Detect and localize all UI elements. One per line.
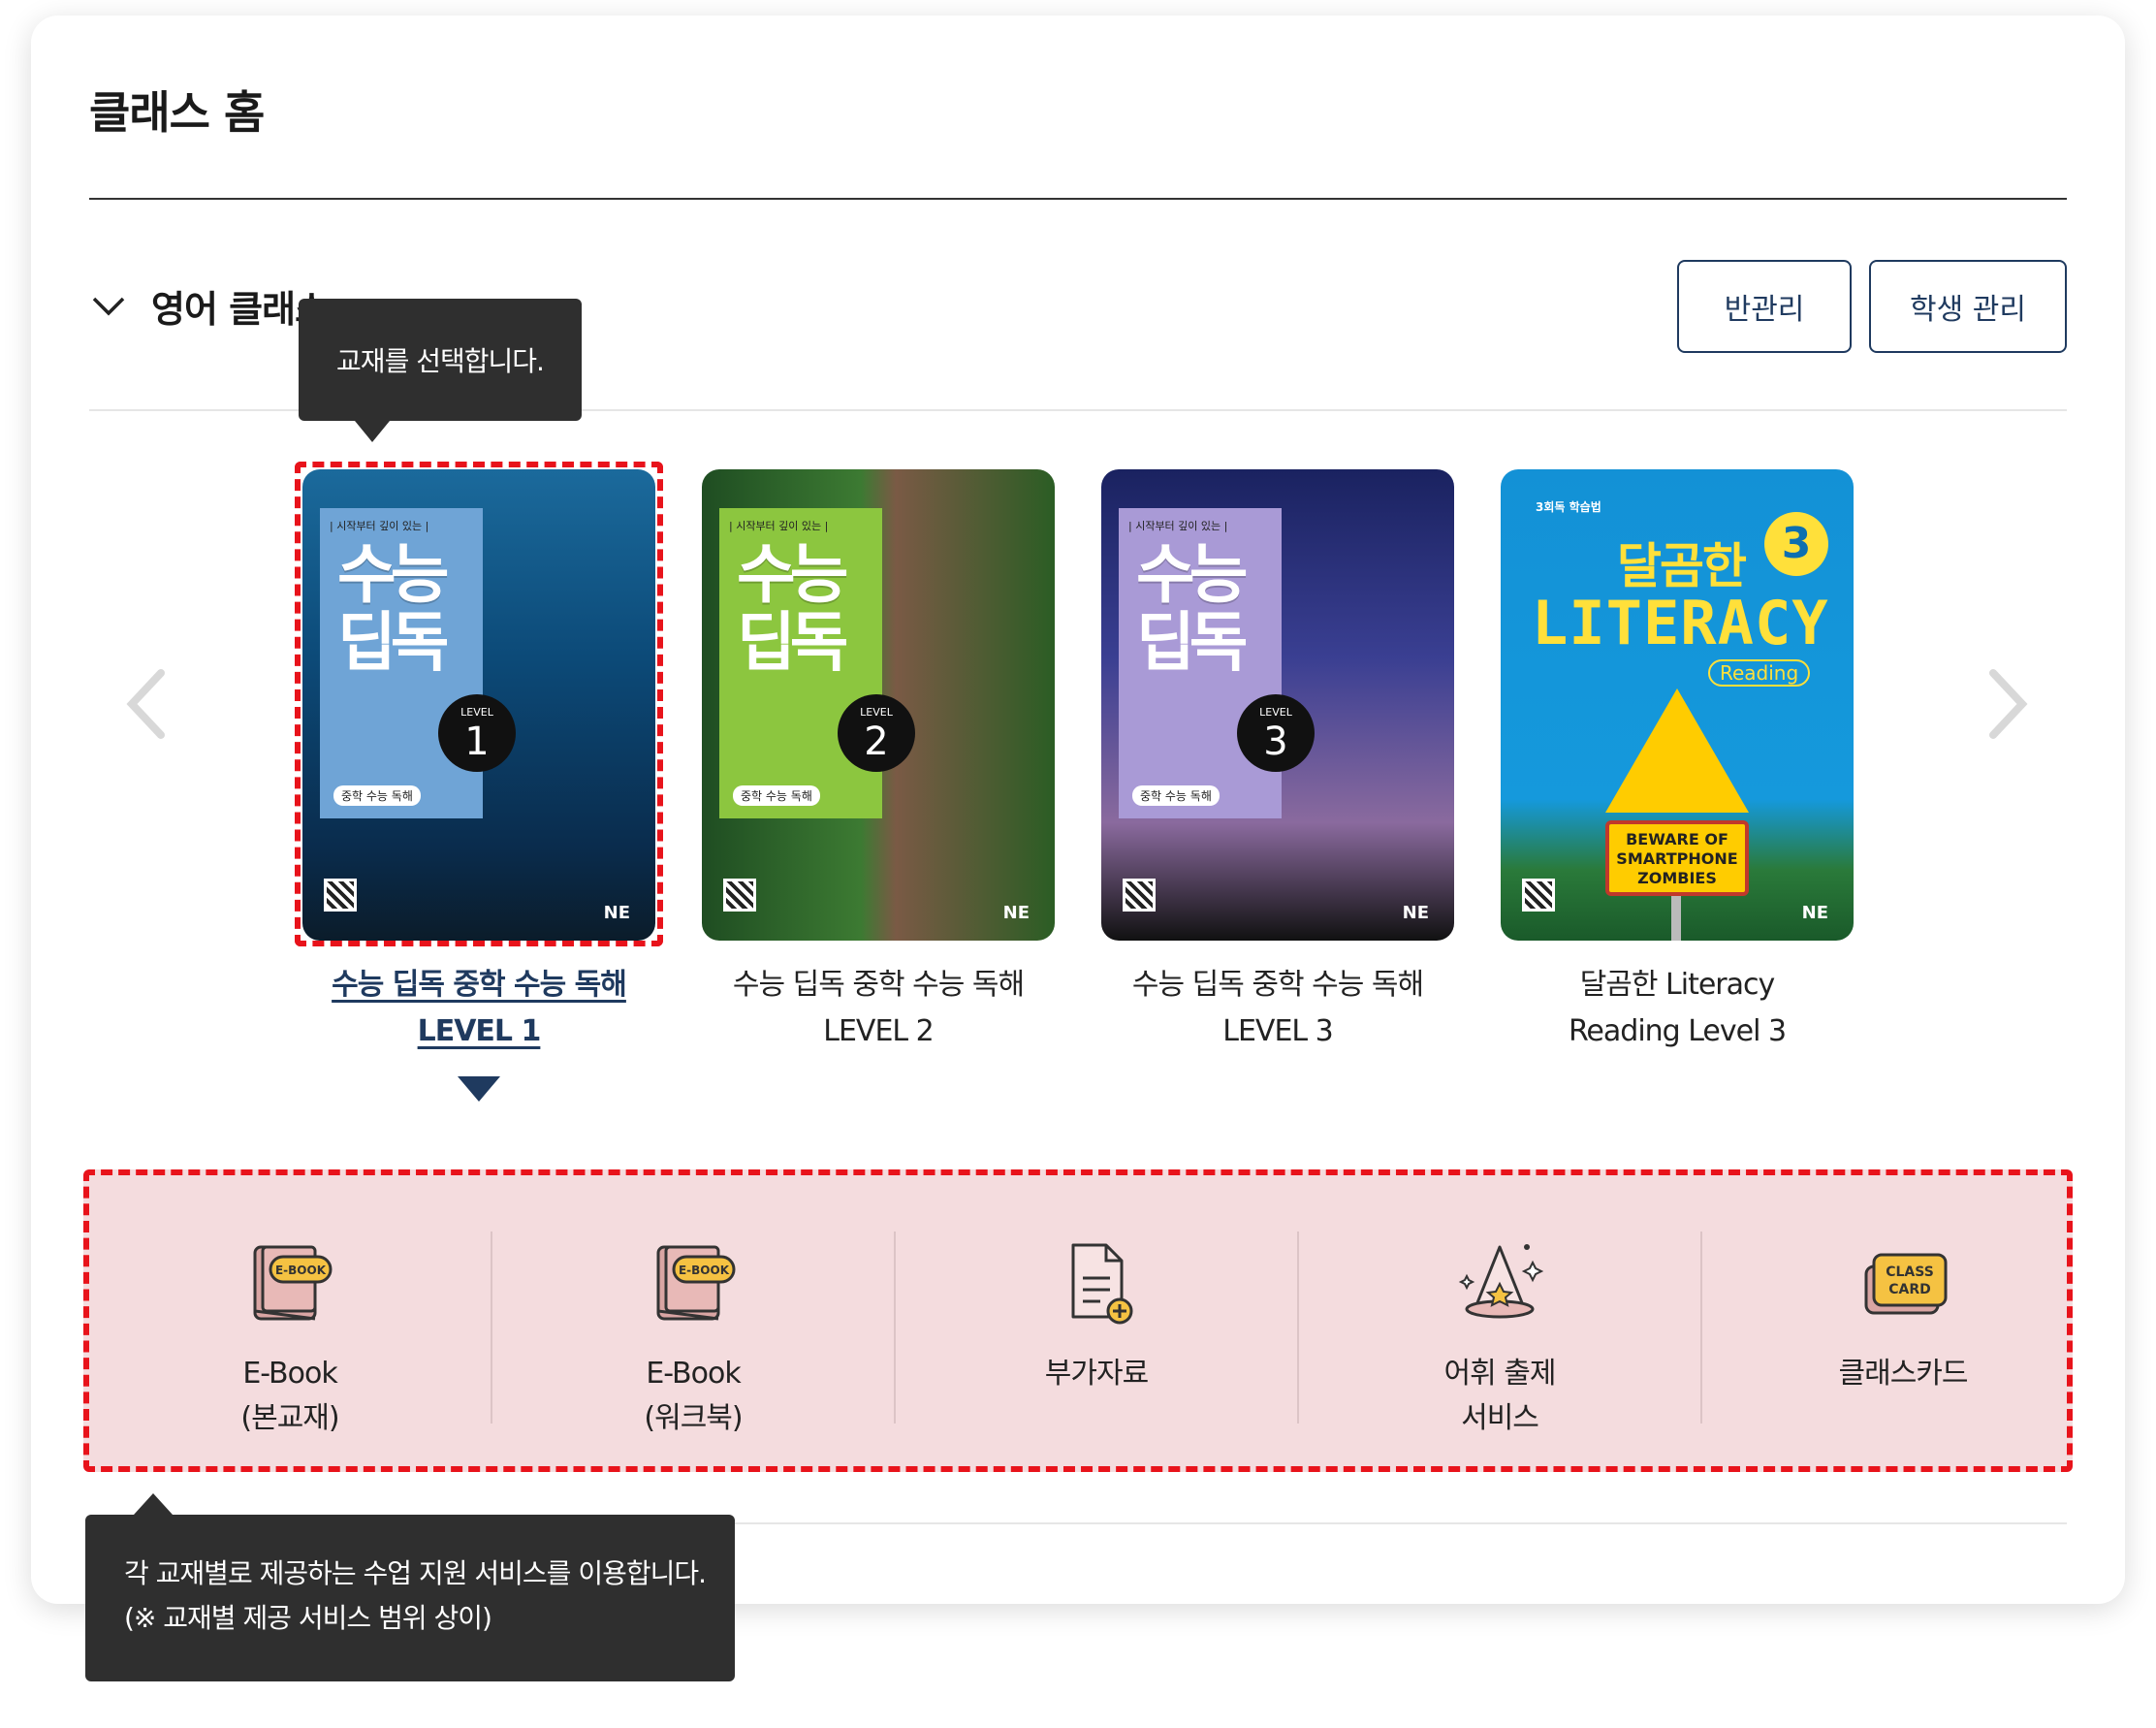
class-manage-button[interactable]: 반관리: [1677, 260, 1852, 353]
service-vocab-quiz[interactable]: 어휘 출제 서비스: [1299, 1175, 1700, 1466]
book-title-2[interactable]: 수능 딥독 중학 수능 독해 LEVEL 2: [702, 962, 1055, 1055]
warning-line: BEWARE OF: [1626, 830, 1728, 848]
tooltip-book-select: 교재를 선택합니다.: [299, 299, 582, 442]
service-label: 어휘 출제 서비스: [1299, 1352, 1700, 1441]
level-badge-number: 2: [864, 720, 889, 764]
cover-label-panel: | 시작부터 깊이 있는 | 수능 딥독 중학 수능 독해: [1119, 508, 1282, 818]
book-title-line: 수능 딥독 중학 수능 독해: [332, 968, 627, 1002]
tooltip-line: (※ 교재별 제공 서비스 범위 상이): [124, 1602, 492, 1634]
service-label: 클래스카드: [1702, 1352, 2104, 1396]
book-title-line: 수능 딥독 중학 수능 독해: [1131, 968, 1424, 1002]
svg-text:CLASS: CLASS: [1886, 1264, 1934, 1280]
ebook-icon: E-BOOK: [656, 1245, 736, 1321]
chevron-left-icon: [126, 669, 165, 739]
selected-pointer-icon: [458, 1076, 500, 1102]
warning-line: ZOMBIES: [1637, 869, 1717, 887]
svg-text:CARD: CARD: [1888, 1282, 1931, 1297]
document-add-icon: [1071, 1243, 1133, 1325]
cover-subtitle: Reading: [1708, 659, 1811, 687]
chevron-down-icon[interactable]: [89, 287, 128, 326]
level-badge-label: LEVEL: [860, 706, 893, 719]
cover-label-panel: | 시작부터 깊이 있는 | 수능 딥독 중학 수능 독해: [719, 508, 882, 818]
level-badge-label: LEVEL: [1259, 706, 1292, 719]
class-section-header[interactable]: 영어 클래스: [89, 279, 329, 333]
book-title-line: 수능 딥독 중학 수능 독해: [732, 968, 1025, 1002]
sign-pole: [1671, 896, 1681, 941]
cover-title-word: LITERACY: [1532, 588, 1829, 658]
publisher-logo: NE: [1002, 903, 1030, 923]
cover-top-text: | 시작부터 깊이 있는 |: [1128, 520, 1228, 532]
book-cover-3[interactable]: | 시작부터 깊이 있는 | 수능 딥독 중학 수능 독해 LEVEL 3 NE: [1101, 469, 1454, 941]
service-label-line: 어휘 출제: [1443, 1357, 1557, 1391]
publisher-logo: NE: [1402, 903, 1429, 923]
warning-line: SMARTPHONE: [1616, 849, 1738, 868]
level-badge: LEVEL 2: [838, 694, 915, 772]
ebook-icon: E-BOOK: [253, 1245, 333, 1321]
cover-top-text: | 시작부터 깊이 있는 |: [729, 520, 829, 532]
book-title-line: LEVEL 1: [417, 1014, 542, 1048]
book-title-line: 달곰한 Literacy: [1579, 968, 1776, 1002]
book-title-line: LEVEL 3: [1222, 1014, 1333, 1048]
cover-top-text: 3회독 학습법: [1536, 500, 1601, 514]
qr-code-icon: [1522, 879, 1555, 912]
cover-title-2: 딥독: [737, 605, 848, 680]
student-manage-button[interactable]: 학생 관리: [1869, 260, 2067, 353]
services-panel: E-BOOK E-Book (본교재) E-BOOK E-Book (워크북): [83, 1169, 2073, 1472]
level-badge-number: 3: [1764, 512, 1828, 576]
level-badge: LEVEL 3: [1237, 694, 1315, 772]
level-badge-number: 3: [1263, 720, 1288, 764]
book-title-1[interactable]: 수능 딥독 중학 수능 독해 LEVEL 1: [302, 962, 655, 1055]
warning-sign-icon: [1605, 688, 1749, 813]
qr-code-icon: [723, 879, 756, 912]
carousel-prev-button[interactable]: [118, 665, 176, 743]
svg-text:E-BOOK: E-BOOK: [275, 1264, 327, 1277]
selected-book-highlight: [295, 462, 663, 946]
cover-tag: 중학 수능 독해: [1132, 785, 1220, 806]
chevron-right-icon: [1989, 669, 2028, 739]
qr-code-icon: [1123, 879, 1156, 912]
service-label-line: 부가자료: [1044, 1357, 1149, 1391]
book-title-line: LEVEL 2: [823, 1014, 934, 1048]
cover-title-1: 수능: [737, 537, 848, 612]
class-card-icon: CLASS CARD: [1864, 1253, 1948, 1315]
service-label-line: E-Book: [242, 1357, 337, 1391]
svg-text:E-BOOK: E-BOOK: [679, 1264, 730, 1277]
service-label-line: E-Book: [646, 1357, 741, 1391]
cover-title-1: 수능: [1136, 537, 1248, 612]
tooltip-services: 각 교재별로 제공하는 수업 지원 서비스를 이용합니다. (※ 교재별 제공 …: [85, 1493, 735, 1681]
title-divider: [89, 198, 2067, 200]
service-ebook-main[interactable]: E-BOOK E-Book (본교재): [89, 1175, 491, 1466]
service-label: E-Book (워크북): [492, 1352, 894, 1441]
service-class-card[interactable]: CLASS CARD 클래스카드: [1702, 1175, 2104, 1466]
book-cover-2[interactable]: | 시작부터 깊이 있는 | 수능 딥독 중학 수능 독해 LEVEL 2 NE: [702, 469, 1055, 941]
carousel-next-button[interactable]: [1978, 665, 2036, 743]
service-label-line: 서비스: [1461, 1401, 1539, 1435]
service-label-line: (본교재): [240, 1401, 339, 1435]
service-extra-materials[interactable]: 부가자료: [896, 1175, 1297, 1466]
book-cover-4[interactable]: 3회독 학습법 달곰한 3 LITERACY Reading BEWARE OF…: [1501, 469, 1854, 941]
book-title-3[interactable]: 수능 딥독 중학 수능 독해 LEVEL 3: [1101, 962, 1454, 1055]
service-label-line: (워크북): [644, 1401, 743, 1435]
service-label: E-Book (본교재): [89, 1352, 491, 1441]
cover-title-2: 딥독: [1136, 605, 1248, 680]
publisher-logo: NE: [1801, 903, 1828, 923]
tooltip-line: 각 교재별로 제공하는 수업 지원 서비스를 이용합니다.: [124, 1557, 707, 1589]
page-title: 클래스 홈: [89, 86, 265, 139]
service-label-line: 클래스카드: [1838, 1357, 1969, 1391]
wizard-hat-icon: [1458, 1244, 1544, 1319]
cover-tag: 중학 수능 독해: [733, 785, 820, 806]
book-title-line: Reading Level 3: [1568, 1014, 1787, 1048]
service-ebook-workbook[interactable]: E-BOOK E-Book (워크북): [492, 1175, 894, 1466]
service-label: 부가자료: [896, 1352, 1297, 1396]
book-title-4[interactable]: 달곰한 Literacy Reading Level 3: [1501, 962, 1854, 1055]
warning-plate: BEWARE OF SMARTPHONE ZOMBIES: [1605, 820, 1749, 896]
